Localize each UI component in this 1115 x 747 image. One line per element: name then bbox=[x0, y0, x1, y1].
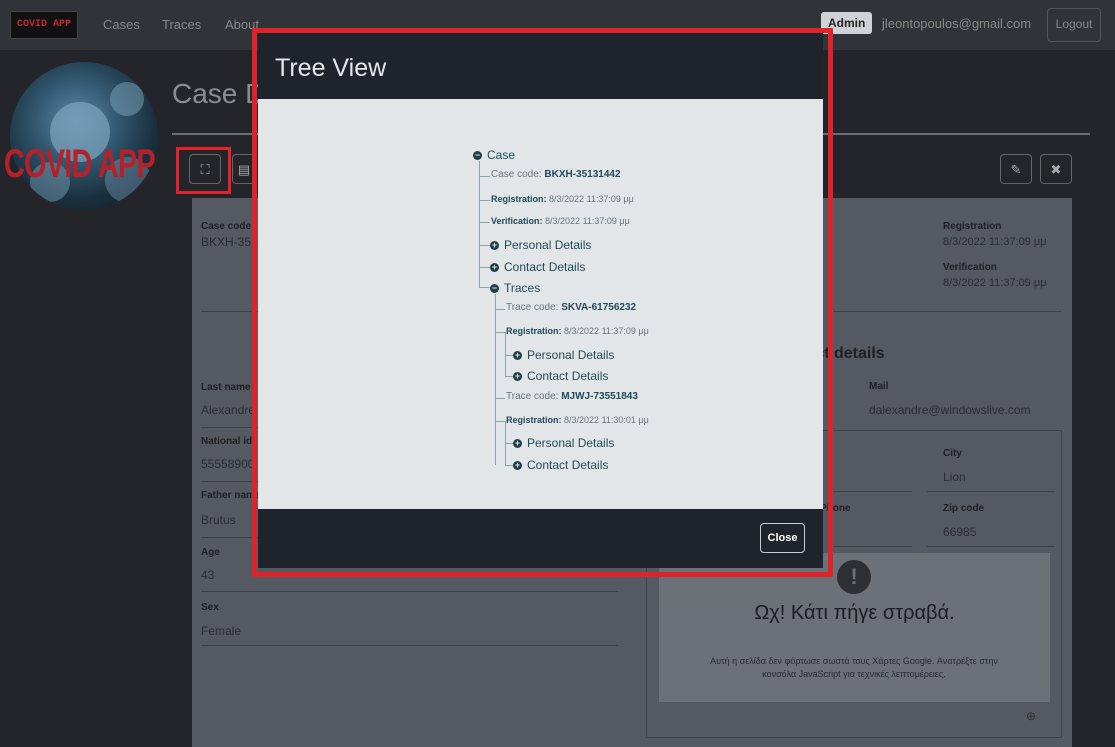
divider bbox=[201, 645, 618, 646]
tree-line bbox=[479, 200, 490, 201]
tree-leaf-case-code: Case code: BKXH-35131442 bbox=[491, 169, 621, 180]
tree-node-label: Case bbox=[487, 148, 516, 162]
highlight-expand bbox=[176, 147, 231, 194]
divider bbox=[201, 591, 618, 592]
tree-leaf-trace2-registration: Registration: 8/3/2022 11:30:01 μμ bbox=[506, 415, 649, 425]
city-label: City bbox=[943, 448, 962, 459]
mail-label: Mail bbox=[869, 381, 889, 392]
zoom-icon[interactable]: ⊕ bbox=[1026, 709, 1040, 723]
registration-value: 8/3/2022 11:37:09 μμ bbox=[943, 236, 1047, 248]
divider bbox=[830, 491, 912, 492]
tree-node-trace1-personal[interactable]: + Personal Details bbox=[513, 348, 614, 362]
collapse-icon: − bbox=[490, 283, 499, 293]
tree-line bbox=[479, 245, 490, 246]
age-value: 43 bbox=[201, 568, 215, 582]
city-value: Lion bbox=[943, 470, 966, 484]
father-name-value: Brutus bbox=[201, 513, 236, 527]
tree-line bbox=[479, 176, 490, 177]
tree-line bbox=[479, 222, 490, 223]
tree-node-trace1-contact[interactable]: + Contact Details bbox=[513, 369, 608, 383]
verification-label: Verification bbox=[943, 262, 997, 273]
nav-link-cases[interactable]: Cases bbox=[103, 17, 140, 32]
tree-line bbox=[505, 443, 513, 444]
tree-line bbox=[495, 421, 505, 422]
covid-virus-image bbox=[10, 62, 158, 210]
edit-button[interactable]: ✎ bbox=[1000, 154, 1032, 184]
national-id-value: 55558900 bbox=[201, 457, 255, 471]
expand-node-icon: + bbox=[513, 371, 522, 381]
national-id-label: National id bbox=[201, 436, 253, 447]
tree-line bbox=[505, 332, 506, 376]
logout-button[interactable]: Logout bbox=[1047, 8, 1101, 42]
tree-node-trace2-personal[interactable]: + Personal Details bbox=[513, 436, 614, 450]
tree-line bbox=[505, 355, 513, 356]
case-code-label: Case code bbox=[201, 221, 252, 232]
tree-line bbox=[479, 267, 490, 268]
tree-line bbox=[479, 161, 480, 287]
last-name-label: Last name bbox=[201, 382, 251, 393]
tree-leaf-trace1-code: Trace code: SKVA-61756232 bbox=[506, 302, 637, 313]
delete-button[interactable]: ✖ bbox=[1040, 154, 1072, 184]
close-icon: ✖ bbox=[1050, 162, 1062, 177]
tree-line bbox=[479, 287, 490, 288]
verification-value: 8/3/2022 11:37:09 μμ bbox=[943, 277, 1047, 289]
tree-leaf-trace1-registration: Registration: 8/3/2022 11:37:09 μμ bbox=[506, 326, 649, 336]
brand-logo[interactable]: COVID APP bbox=[10, 11, 78, 39]
expand-node-icon: + bbox=[490, 240, 499, 250]
map-error-title: Ωχ! Κάτι πήγε στραβά. bbox=[754, 602, 955, 624]
tree-line bbox=[495, 309, 505, 310]
tree-leaf-trace2-code: Trace code: MJWJ-73551843 bbox=[506, 391, 638, 402]
user-email[interactable]: jleontopoulos@gmail.com bbox=[882, 16, 1031, 31]
age-label: Age bbox=[201, 547, 220, 558]
last-name-value: Alexandre bbox=[201, 403, 256, 417]
divider bbox=[830, 546, 912, 547]
zip-code-value: 66985 bbox=[943, 525, 977, 539]
pencil-icon: ✎ bbox=[1010, 162, 1022, 177]
registration-label: Registration bbox=[943, 221, 1002, 232]
expand-node-icon: + bbox=[490, 262, 499, 272]
warning-icon: ! bbox=[837, 560, 871, 594]
expand-node-icon: + bbox=[513, 438, 522, 448]
tree-node-traces[interactable]: − Traces bbox=[490, 281, 540, 295]
sex-label: Sex bbox=[201, 602, 219, 613]
divider bbox=[927, 491, 1055, 492]
tree-line bbox=[495, 294, 496, 465]
tree-node-contact-details[interactable]: + Contact Details bbox=[490, 260, 585, 274]
tree-leaf-verification: Verification: 8/3/2022 11:37:09 μμ bbox=[491, 216, 630, 226]
tree-node-personal-details[interactable]: + Personal Details bbox=[490, 238, 591, 252]
tree-node-case[interactable]: − Case bbox=[473, 148, 515, 162]
tree-line bbox=[505, 465, 513, 466]
tree-line bbox=[505, 376, 513, 377]
mail-value: dalexandre@windowslive.com bbox=[869, 403, 1031, 417]
map-error-message: Αυτή η σελίδα δεν φόρτωσε σωστά τους Χάρ… bbox=[710, 656, 998, 679]
tree-leaf-registration: Registration: 8/3/2022 11:37:09 μμ bbox=[491, 194, 634, 204]
nav-link-traces[interactable]: Traces bbox=[162, 17, 201, 32]
tree-node-trace2-contact[interactable]: + Contact Details bbox=[513, 458, 608, 472]
expand-node-icon: + bbox=[513, 350, 522, 360]
zip-code-label: Zip code bbox=[943, 503, 985, 514]
divider bbox=[829, 311, 1061, 312]
table-icon: ▤ bbox=[237, 162, 251, 177]
collapse-icon: − bbox=[473, 150, 482, 160]
expand-node-icon: + bbox=[513, 460, 522, 470]
divider bbox=[927, 546, 1055, 547]
sidebar-logo-text: COVID APP bbox=[4, 142, 156, 186]
sex-value: Female bbox=[201, 624, 242, 638]
tree-line bbox=[495, 398, 505, 399]
tree-line bbox=[495, 332, 505, 333]
